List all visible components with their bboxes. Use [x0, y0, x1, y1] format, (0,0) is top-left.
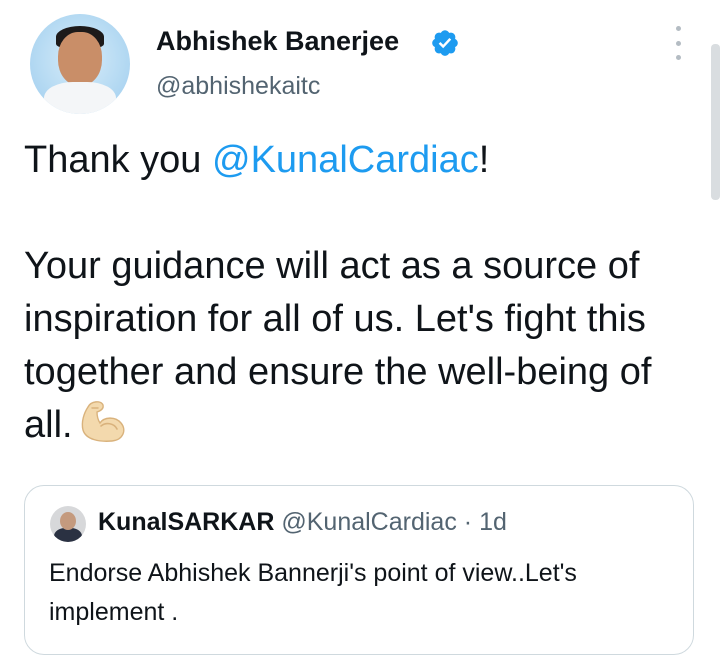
quoted-author-handle[interactable]: @KunalCardiac	[281, 508, 456, 536]
more-dot	[675, 55, 681, 60]
avatar-face	[58, 32, 102, 86]
tweet-card: Abhishek Banerjee @abhishekaitc Thank yo…	[0, 0, 720, 670]
quoted-author-name[interactable]: KunalSARKAR	[98, 508, 274, 536]
quoted-tweet-header: KunalSARKAR @KunalCardiac · 1d	[98, 508, 507, 537]
author-avatar[interactable]	[30, 14, 130, 114]
author-handle[interactable]: @abhishekaitc	[156, 72, 320, 101]
tweet-paragraph-1: Thank you @KunalCardiac!	[24, 134, 696, 187]
more-options-icon[interactable]	[666, 26, 690, 60]
verified-badge-icon	[432, 30, 458, 56]
quoted-author-avatar[interactable]	[50, 506, 86, 542]
scrollbar-thumb[interactable]	[711, 44, 720, 200]
mention-link[interactable]: @KunalCardiac	[212, 139, 479, 181]
quoted-avatar-body	[54, 528, 82, 542]
quoted-avatar-face	[60, 512, 76, 530]
quoted-tweet-text: Endorse Abhishek Bannerji's point of vie…	[49, 559, 577, 626]
author-display-name[interactable]: Abhishek Banerjee	[156, 26, 399, 57]
flexed-biceps-icon	[81, 401, 124, 442]
quoted-timestamp[interactable]: 1d	[479, 508, 507, 536]
tweet-text: Thank you @KunalCardiac! Your guidance w…	[24, 134, 696, 452]
quoted-separator: ·	[463, 508, 473, 536]
tweet-paragraph-2: Your guidance will act as a source of in…	[24, 240, 696, 452]
avatar-shirt	[44, 82, 116, 114]
more-dot	[675, 26, 681, 31]
tweet-text-start: Thank you	[24, 139, 212, 181]
more-dot	[675, 40, 681, 46]
quoted-tweet-card[interactable]: KunalSARKAR @KunalCardiac · 1d Endorse A…	[24, 485, 694, 655]
tweet-text-end: !	[478, 139, 490, 181]
